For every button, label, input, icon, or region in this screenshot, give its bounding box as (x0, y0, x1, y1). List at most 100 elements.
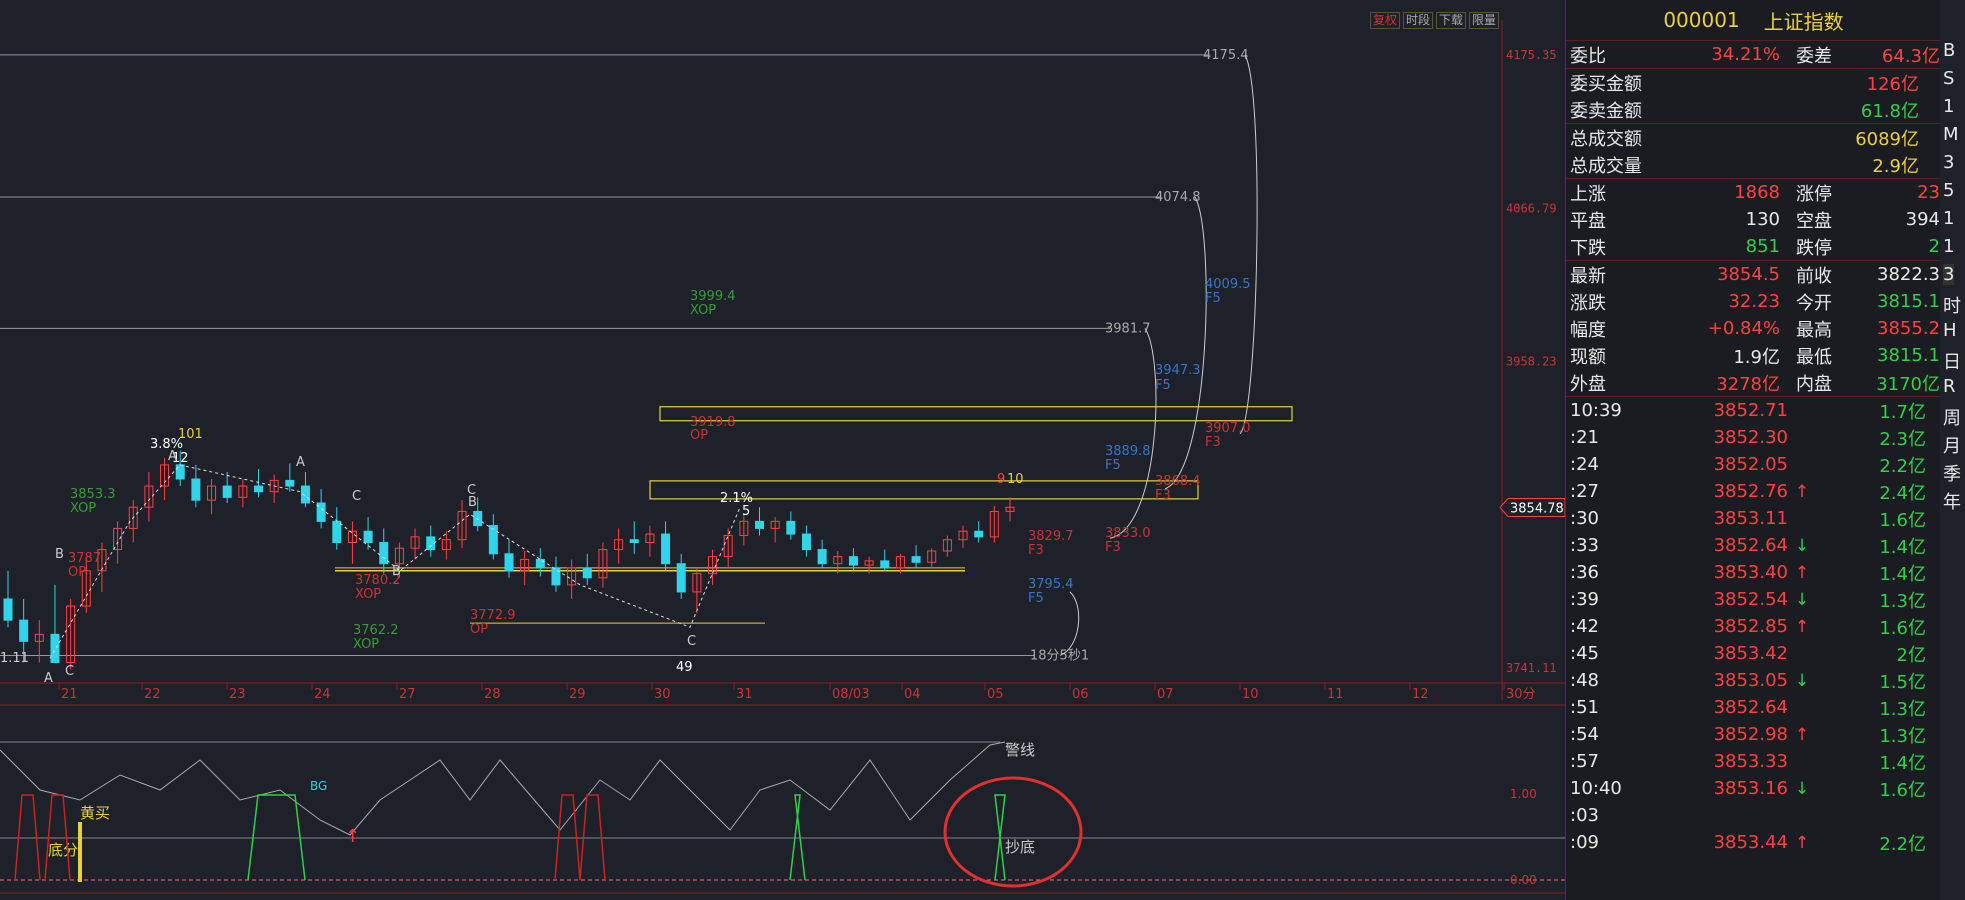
limit-button[interactable]: 限量 (1469, 12, 1500, 29)
chart-annotation: 3833.0 (1105, 526, 1151, 541)
row-value: 3170亿 (1876, 373, 1940, 395)
tick-time: :21 (1570, 427, 1599, 448)
tick-arrow-icon: ↑ (1794, 724, 1810, 745)
edge-tab[interactable]: 5 (1943, 180, 1954, 201)
edge-tab[interactable]: B (1943, 40, 1955, 61)
edge-tab[interactable]: 月 (1943, 432, 1961, 458)
tick-price: 3852.64 (1713, 697, 1788, 718)
x-tick-label: 22 (144, 687, 161, 702)
stat-row: 上涨 1868 涨停 23 (1566, 179, 1941, 206)
tick-volume: 2亿 (1896, 644, 1926, 666)
candle-body (379, 542, 389, 565)
fib-arc (1109, 328, 1157, 539)
row-value: 3855.2 (1877, 318, 1940, 339)
edge-tab[interactable]: 3 (1943, 264, 1955, 285)
tick-volume: 2.2亿 (1879, 833, 1926, 855)
chart-annotation: XOP (355, 587, 381, 602)
edge-tab[interactable]: 季 (1943, 460, 1961, 486)
tick-row: :03 (1566, 802, 1941, 829)
tick-price: 3853.11 (1713, 508, 1788, 529)
row-label: 今开 (1796, 292, 1832, 314)
tick-list[interactable]: 10:39 3852.71 1.7亿:21 3852.30 2.3亿:24 3852.05… (1566, 397, 1941, 856)
stat-row: 最新 3854.5 前收 3822.3 (1566, 261, 1941, 288)
chart-annotation: C (687, 634, 696, 649)
edge-tab[interactable]: M (1943, 124, 1959, 145)
chart-annotation: 10 (1007, 472, 1024, 487)
candle-body (801, 533, 811, 551)
row-value: 2.9亿 (1872, 155, 1919, 177)
chart-annotation: OP (690, 428, 708, 443)
stat-row: 幅度 +0.84% 最高 3855.2 (1566, 315, 1941, 342)
edge-tab[interactable]: 时 (1943, 292, 1961, 318)
tick-price: 3852.76 (1713, 481, 1788, 502)
candle-body (191, 478, 201, 501)
tick-volume: 1.3亿 (1879, 725, 1926, 747)
chart-annotation: F3 (1155, 488, 1171, 503)
candle-body (974, 530, 984, 538)
row-label: 委比 (1570, 45, 1606, 67)
tick-volume: 1.3亿 (1879, 590, 1926, 612)
y-tick-label: 4066.79 (1506, 201, 1557, 215)
row-value: 34.21% (1711, 44, 1780, 65)
row-value: 394 (1905, 209, 1940, 230)
oscillator-line (0, 741, 1006, 836)
edge-tab[interactable]: 1 (1943, 208, 1954, 229)
chart-annotation: 5 (742, 504, 750, 519)
row-label: 委差 (1796, 45, 1832, 67)
edge-tab[interactable]: 3 (1943, 152, 1954, 173)
edge-tab[interactable]: S (1943, 68, 1954, 89)
y-tick-label: 3741.11 (1506, 661, 1557, 675)
edge-tab[interactable]: 日 (1943, 348, 1961, 374)
download-button[interactable]: 下载 (1436, 12, 1467, 29)
tick-arrow-icon: ↓ (1794, 670, 1810, 691)
fib-arc (1239, 54, 1258, 435)
edge-tab[interactable]: H (1943, 320, 1957, 341)
edge-tab[interactable]: 1 (1943, 96, 1954, 117)
row-label: 委卖金额 (1570, 100, 1642, 122)
chart-annotation: B (55, 547, 64, 562)
row-label: 跌停 (1796, 237, 1832, 259)
row-value: 6089亿 (1855, 128, 1919, 150)
row-label: 涨停 (1796, 183, 1832, 205)
row-value: 126亿 (1866, 73, 1919, 95)
stat-row: 涨跌 32.23 今开 3815.1 (1566, 288, 1941, 315)
x-tick-label: 21 (61, 687, 78, 702)
row-value: 2 (1928, 236, 1940, 257)
candle-body (300, 485, 310, 504)
chart-annotation: 101 (178, 427, 203, 442)
x-tick-label: 04 (904, 687, 921, 702)
row-label: 最低 (1796, 346, 1832, 368)
edge-tab[interactable]: 1 (1943, 236, 1954, 257)
chart-annotation: XOP (70, 501, 96, 516)
chart-area[interactable]: 4175.35 4066.79 3958.23 3741.11 21 22 23 24 27 28… (0, 0, 1565, 900)
edge-tab[interactable]: 周 (1943, 404, 1961, 430)
security-title: 000001 上证指数 (1566, 0, 1941, 41)
tick-row: :42 3852.85 ↑ 1.6亿 (1566, 613, 1941, 640)
edge-tab[interactable]: R (1943, 376, 1956, 397)
security-code: 000001 (1663, 8, 1740, 32)
row-label: 最新 (1570, 265, 1606, 287)
tick-time: :03 (1570, 805, 1599, 826)
quote-panel: 000001 上证指数 委比 34.21% 委差 64.3亿 委买金额 126亿… (1565, 0, 1941, 900)
fib-level-label: 4074.8 (1155, 190, 1201, 205)
row-value: 64.3亿 (1881, 45, 1940, 67)
indicator-y-tick: 0.00 (1510, 873, 1537, 887)
edge-tab[interactable]: 年 (1943, 488, 1961, 514)
tick-price: 3853.40 (1713, 562, 1788, 583)
chart-annotation: XOP (353, 637, 379, 652)
x-tick-label: 30 (654, 687, 671, 702)
time-period-button[interactable]: 时段 (1403, 12, 1434, 29)
indicator-label: 警线 (1005, 741, 1035, 759)
row-value: 3822.3 (1877, 264, 1940, 285)
restore-rights-button[interactable]: 复权 (1370, 12, 1401, 29)
row-value: 32.23 (1728, 291, 1780, 312)
buy-amount-row: 委买金额 126亿 (1566, 69, 1941, 96)
chart-annotation: F5 (1155, 378, 1171, 393)
chart-annotation: C (65, 664, 74, 679)
candlestick-chart[interactable]: 4175.35 4066.79 3958.23 3741.11 21 22 23 24 27 28… (0, 0, 1565, 900)
candle-body (363, 530, 373, 544)
tick-time: :45 (1570, 643, 1599, 664)
tick-time: :36 (1570, 562, 1599, 583)
candle-body (880, 560, 890, 569)
quote-section: 最新 3854.5 前收 3822.3 涨跌 32.23 今开 3815.1 幅度 +0.84% 最… (1566, 261, 1941, 397)
